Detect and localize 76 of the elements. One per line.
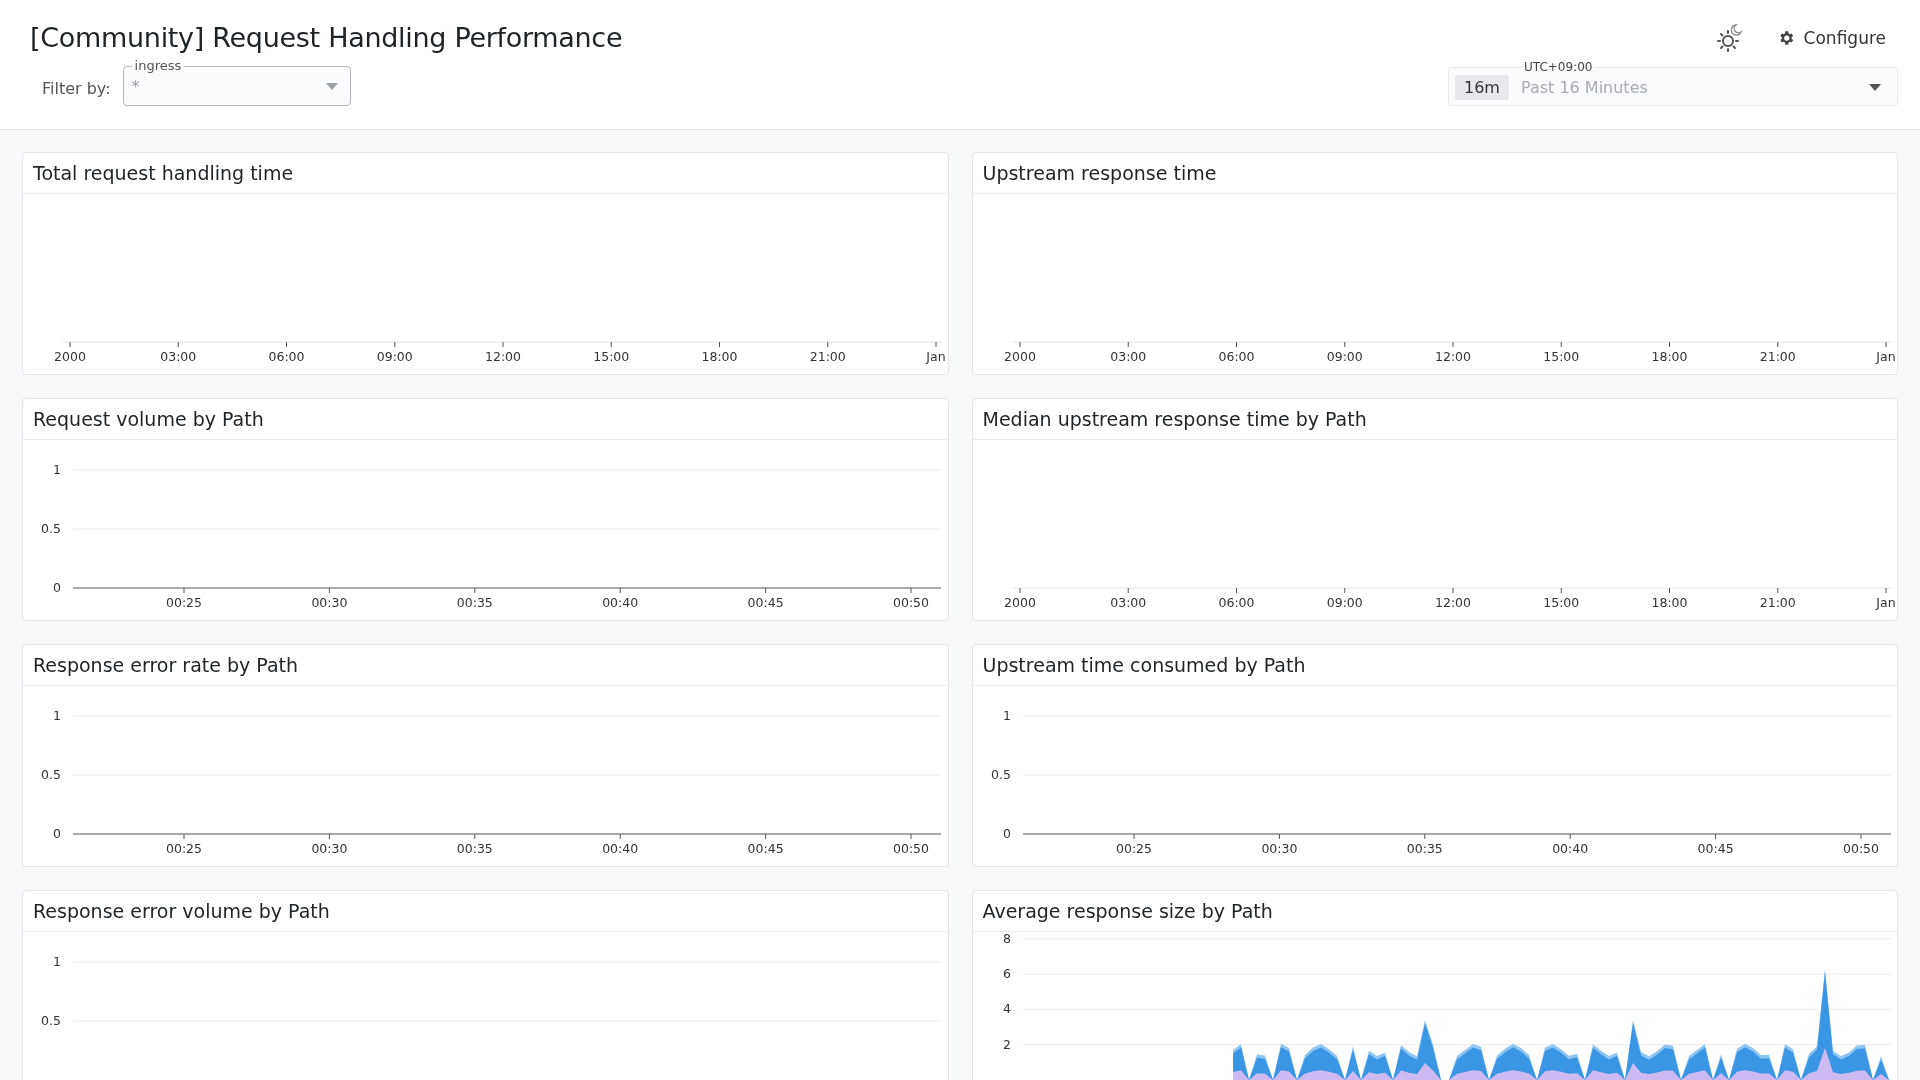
x-axis-label: 21:00 bbox=[1759, 595, 1796, 610]
x-axis-label: 03:00 bbox=[160, 349, 197, 364]
x-axis-label: 15:00 bbox=[1542, 349, 1579, 364]
x-axis-label: 00:25 bbox=[166, 841, 202, 856]
x-axis-label: 00:30 bbox=[311, 595, 348, 610]
x-axis-label: 18:00 bbox=[701, 349, 738, 364]
y-axis-label: 0.5 bbox=[41, 1013, 61, 1028]
x-axis-label: 15:00 bbox=[593, 349, 630, 364]
x-axis-label: Jan bbox=[926, 349, 946, 364]
x-axis-label: 00:30 bbox=[311, 841, 348, 856]
y-axis-label: 0.5 bbox=[41, 767, 61, 782]
x-axis-label: 2000 bbox=[54, 349, 86, 364]
x-axis-label: 00:25 bbox=[166, 595, 202, 610]
x-axis-label: 03:00 bbox=[1109, 349, 1146, 364]
x-axis-label: 06:00 bbox=[1218, 349, 1254, 364]
x-axis-label: 00:45 bbox=[1697, 841, 1734, 856]
x-axis-label: 12:00 bbox=[485, 349, 521, 364]
widget-title: Request volume by Path bbox=[23, 399, 948, 440]
x-axis-label: 00:40 bbox=[602, 595, 639, 610]
ingress-select[interactable]: ingress * bbox=[122, 59, 351, 106]
y-axis-label: 1 bbox=[1002, 708, 1011, 723]
y-axis-label: 0 bbox=[1002, 826, 1011, 841]
y-axis-label: 1 bbox=[53, 462, 61, 477]
widget-title: Total request handling time bbox=[23, 153, 948, 194]
x-axis-label: 06:00 bbox=[1218, 595, 1254, 610]
x-axis-label: 00:50 bbox=[893, 841, 929, 856]
widget-title: Average response size by Path bbox=[972, 891, 1897, 932]
x-axis-label: 00:50 bbox=[893, 595, 929, 610]
x-axis-label: 12:00 bbox=[1434, 595, 1471, 610]
widget-title: Upstream response time bbox=[972, 153, 1897, 194]
y-axis-label: 0.5 bbox=[41, 521, 61, 536]
y-axis-label: 0 bbox=[53, 826, 61, 841]
x-axis-label: 21:00 bbox=[1759, 349, 1796, 364]
configure-button[interactable]: Configure bbox=[1776, 23, 1886, 52]
x-axis-label: 00:45 bbox=[747, 595, 784, 610]
y-axis-label: 0 bbox=[53, 580, 61, 595]
x-axis-label: Jan bbox=[1875, 595, 1896, 610]
dashboard-title: [Community] Request Handling Performance bbox=[30, 22, 623, 53]
x-axis-label: 09:00 bbox=[376, 349, 413, 364]
y-axis-label: 2 bbox=[1002, 1036, 1011, 1052]
x-axis-label: Jan bbox=[1875, 349, 1896, 364]
widget-title: Median upstream response time by Path bbox=[972, 399, 1897, 440]
y-axis-label: 4 bbox=[1002, 1001, 1011, 1017]
x-axis-label: 18:00 bbox=[1651, 349, 1687, 364]
y-axis-label: 8 bbox=[1002, 932, 1011, 946]
x-axis-label: 06:00 bbox=[268, 349, 305, 364]
x-axis-label: 18:00 bbox=[1651, 595, 1687, 610]
x-axis-label: 00:45 bbox=[747, 841, 784, 856]
x-axis-label: 00:35 bbox=[456, 595, 493, 610]
x-axis-label: 00:50 bbox=[1842, 841, 1879, 856]
x-axis-label: 2000 bbox=[1003, 595, 1036, 610]
widget-title: Upstream time consumed by Path bbox=[972, 645, 1897, 686]
x-axis-label: 00:40 bbox=[1551, 841, 1588, 856]
x-axis-label: 00:30 bbox=[1260, 841, 1297, 856]
caret-icon bbox=[1869, 83, 1881, 91]
x-axis-label: 00:35 bbox=[456, 841, 493, 856]
caret-icon bbox=[325, 82, 338, 90]
filter-label: Filter by: bbox=[42, 79, 111, 100]
x-axis-label: 00:35 bbox=[1406, 841, 1443, 856]
theme-toggle-icon[interactable] bbox=[1716, 22, 1743, 53]
x-axis-label: 09:00 bbox=[1326, 349, 1363, 364]
x-axis-label: 15:00 bbox=[1542, 595, 1579, 610]
widget-title: Response error rate by Path bbox=[23, 645, 948, 686]
y-axis-label: 0.5 bbox=[990, 767, 1011, 782]
x-axis-label: 00:25 bbox=[1115, 841, 1152, 856]
x-axis-label: 21:00 bbox=[809, 349, 846, 364]
x-axis-label: 03:00 bbox=[1109, 595, 1146, 610]
y-axis-label: 1 bbox=[53, 954, 61, 969]
y-axis-label: 1 bbox=[53, 708, 61, 723]
x-axis-label: 2000 bbox=[1003, 349, 1036, 364]
x-axis-label: 12:00 bbox=[1434, 349, 1471, 364]
widget-title: Response error volume by Path bbox=[23, 891, 948, 932]
x-axis-label: 09:00 bbox=[1326, 595, 1363, 610]
x-axis-label: 00:40 bbox=[602, 841, 639, 856]
time-range-picker[interactable]: UTC+09:00 16m Past 16 Minutes bbox=[1448, 61, 1898, 106]
y-axis-label: 6 bbox=[1002, 966, 1011, 982]
